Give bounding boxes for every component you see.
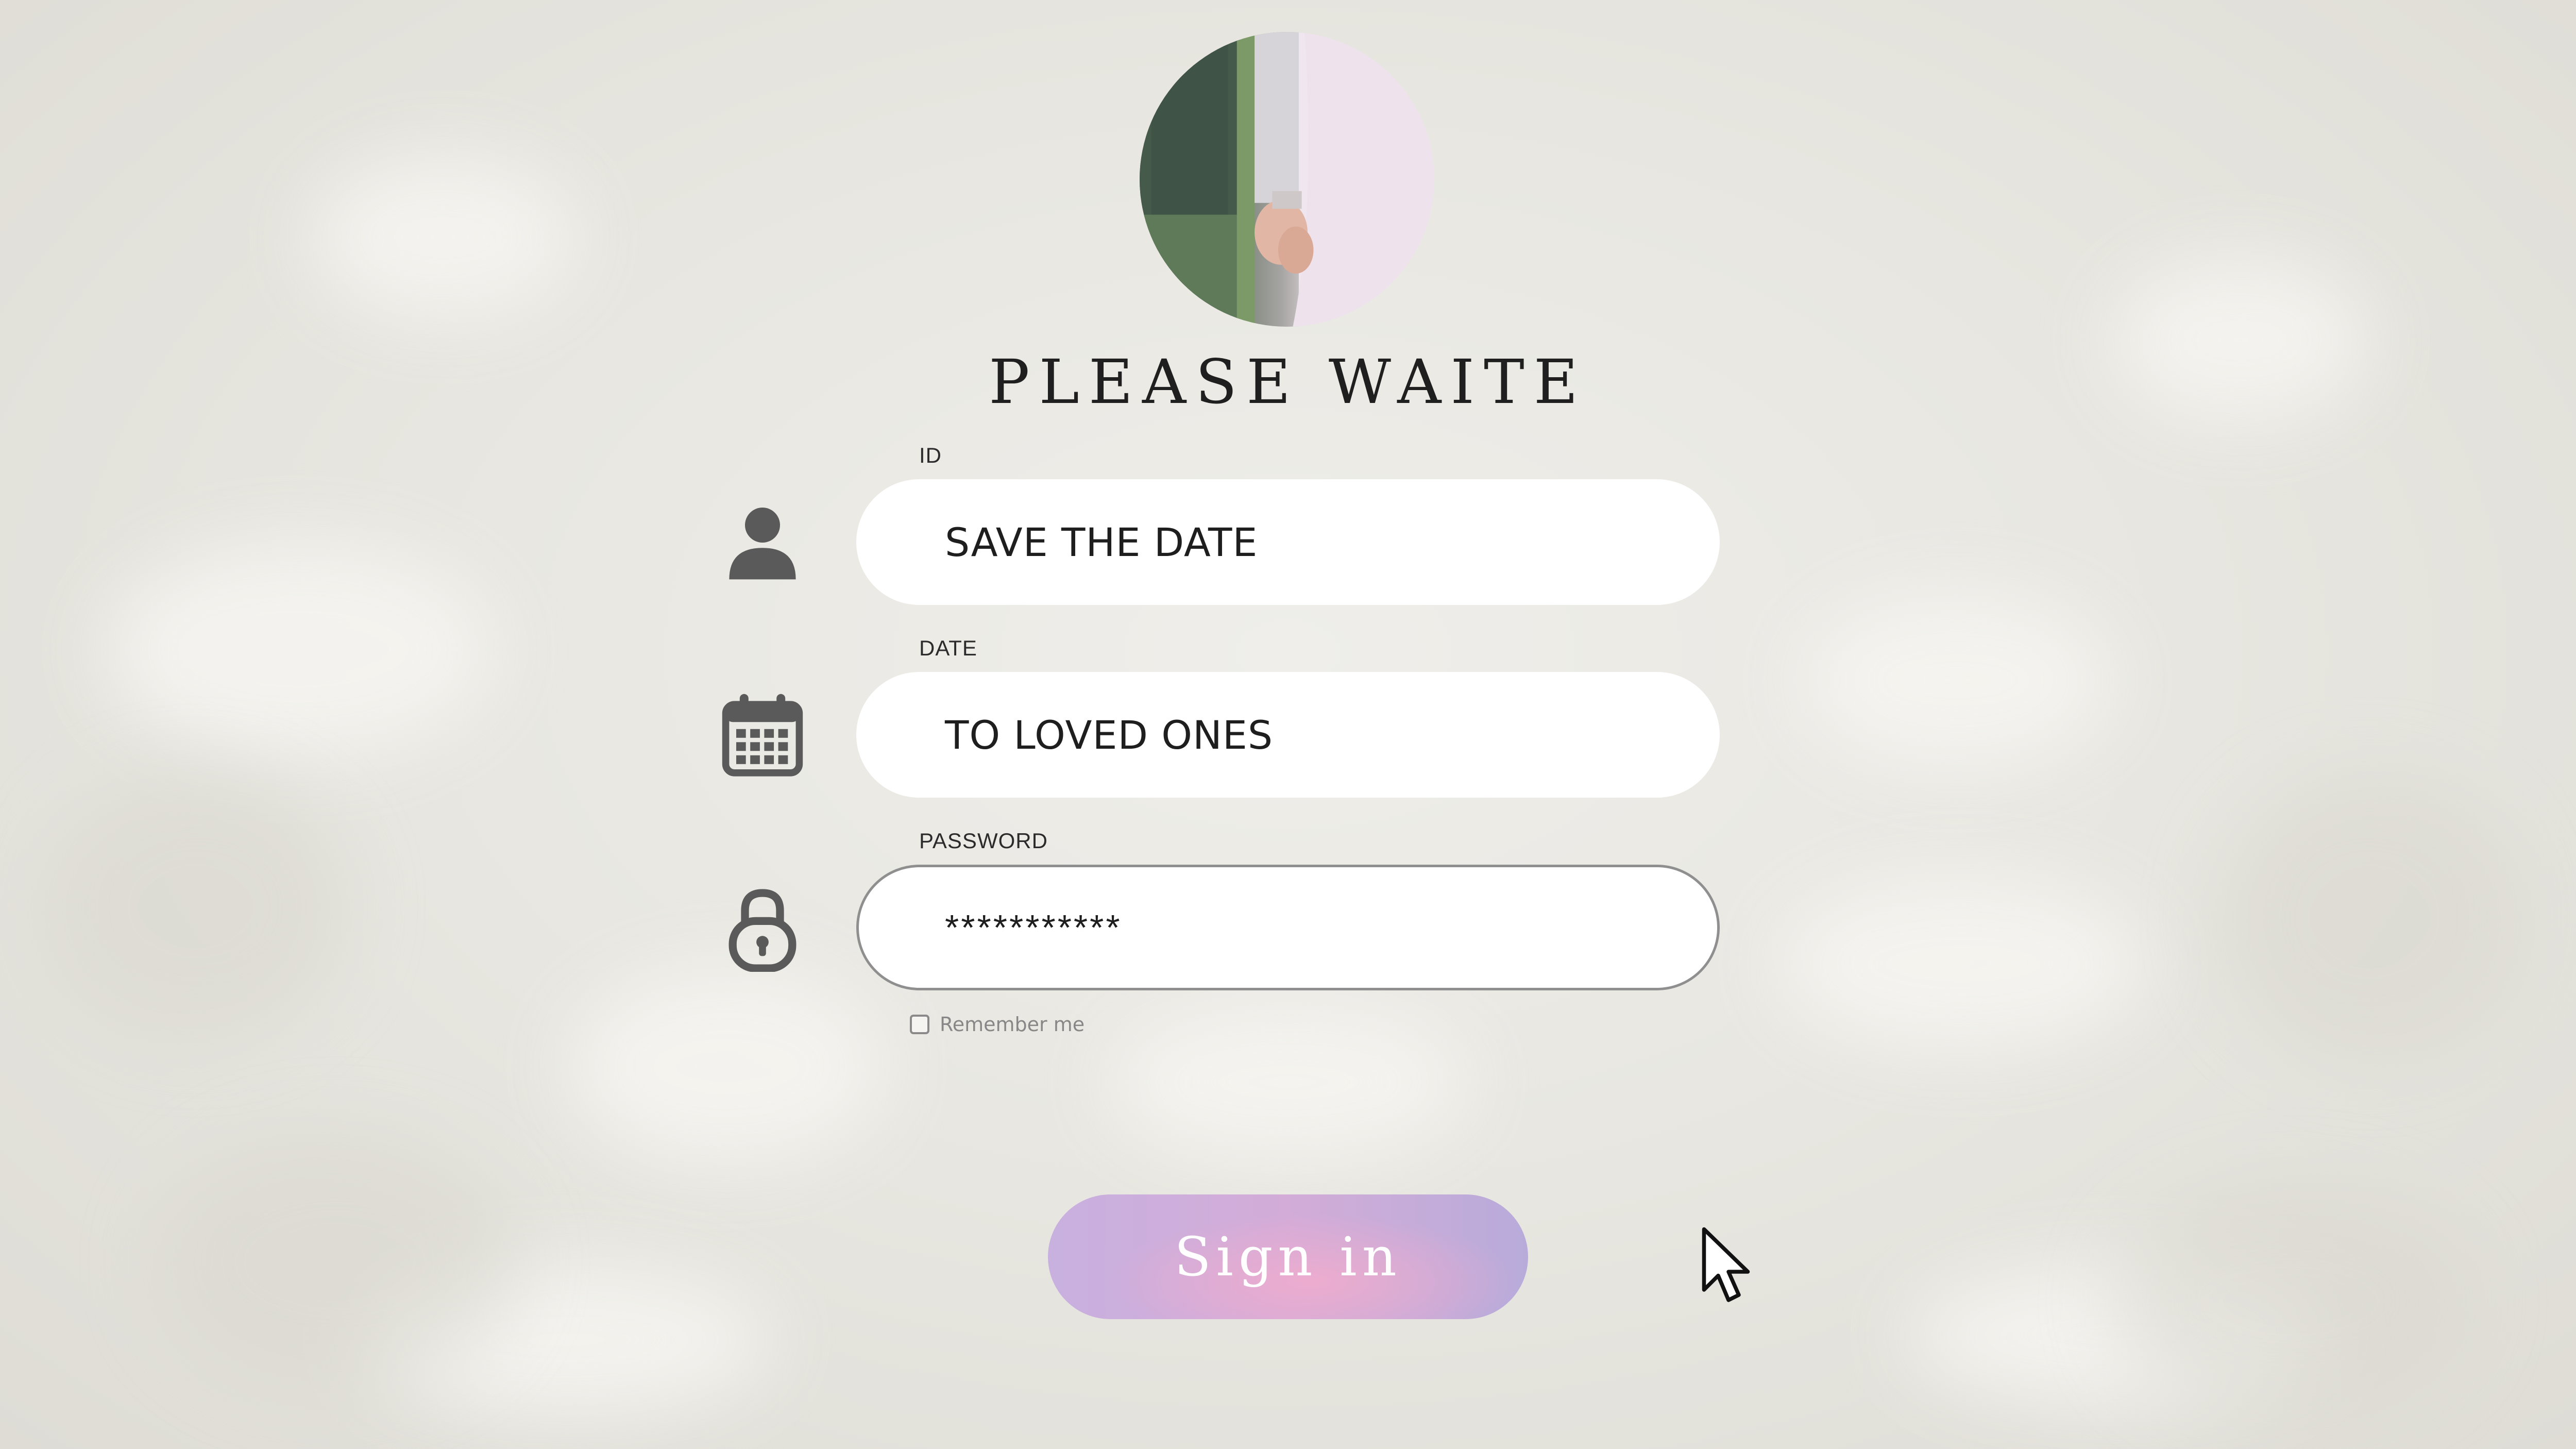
- password-input[interactable]: ***********: [856, 865, 1720, 990]
- date-input-value: TO LOVED ONES: [945, 712, 1274, 758]
- calendar-icon: [719, 690, 806, 778]
- remember-me[interactable]: Remember me: [910, 1013, 1084, 1036]
- mouse-cursor-icon: [1700, 1225, 1752, 1308]
- id-field-label: ID: [919, 443, 942, 467]
- sign-in-label: Sign in: [1174, 1225, 1402, 1288]
- id-input-value: SAVE THE DATE: [945, 519, 1258, 565]
- avatar: [1140, 32, 1434, 327]
- id-input[interactable]: SAVE THE DATE: [856, 479, 1720, 605]
- sign-in-button[interactable]: Sign in: [1048, 1194, 1528, 1319]
- password-input-value: ***********: [945, 907, 1122, 948]
- user-icon: [719, 499, 806, 586]
- password-field-label: PASSWORD: [919, 829, 1048, 853]
- date-input[interactable]: TO LOVED ONES: [856, 672, 1720, 798]
- page-title: PLEASE WAITE: [989, 346, 1587, 417]
- remember-me-label: Remember me: [940, 1013, 1085, 1036]
- lock-icon: [719, 884, 806, 972]
- date-field-label: DATE: [919, 636, 977, 660]
- remember-me-checkbox[interactable]: [910, 1015, 929, 1034]
- couple-holding-hands-photo-icon: [1140, 32, 1434, 327]
